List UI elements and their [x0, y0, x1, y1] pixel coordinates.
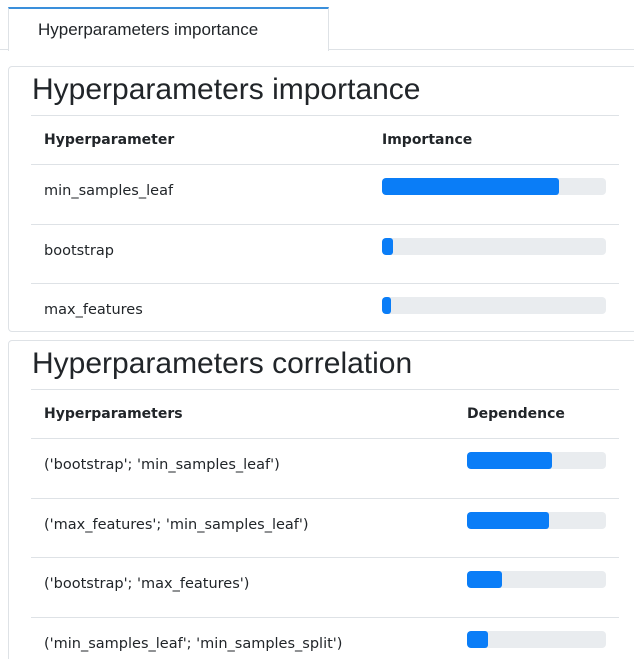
table-row: ('min_samples_leaf'; 'min_samples_split'… — [31, 618, 619, 659]
hyperparameter-name: max_features — [44, 302, 143, 318]
hyperparameter-pair: ('min_samples_leaf'; 'min_samples_split'… — [44, 635, 343, 652]
tab-label: Hyperparameters importance — [38, 20, 259, 39]
column-header-hyperparameter: Hyperparameter — [44, 132, 175, 148]
dependence-bar — [467, 571, 606, 588]
tab-bar: Hyperparameters importance — [0, 0, 634, 51]
dependence-bar-fill — [467, 630, 488, 648]
table-row: min_samples_leaf — [31, 165, 619, 225]
hyperparameter-pair: ('max_features'; 'min_samples_leaf') — [44, 516, 309, 533]
correlation-table: Hyperparameters Dependence ('bootstrap';… — [31, 389, 619, 659]
correlation-card: Hyperparameters correlation Hyperparamet… — [8, 340, 634, 659]
dependence-bar — [467, 511, 606, 529]
importance-card: Hyperparameters importance Hyperparamete… — [8, 66, 634, 332]
importance-title: Hyperparameters importance — [32, 73, 421, 106]
dependence-bar-fill — [467, 571, 502, 588]
tab-hyperparameters-importance[interactable]: Hyperparameters importance — [8, 7, 329, 51]
importance-bar — [382, 237, 606, 255]
table-row: ('max_features'; 'min_samples_leaf') — [31, 499, 619, 558]
hyperparameter-name: bootstrap — [44, 242, 114, 259]
importance-bar-fill — [382, 237, 394, 255]
column-header-hyperparameters: Hyperparameters — [44, 406, 183, 422]
table-row: ('bootstrap'; 'max_features') — [31, 558, 619, 618]
importance-table-header: Hyperparameter Importance — [31, 115, 619, 165]
column-header-dependence: Dependence — [467, 406, 565, 422]
importance-bar — [382, 297, 606, 314]
importance-bar — [382, 178, 606, 195]
correlation-title: Hyperparameters correlation — [32, 347, 413, 380]
hyperparameter-pair: ('bootstrap'; 'max_features') — [44, 576, 250, 592]
table-row: bootstrap — [31, 225, 619, 284]
importance-bar-fill — [382, 297, 391, 314]
dependence-bar-fill — [467, 511, 549, 529]
importance-bar-fill — [382, 178, 559, 195]
table-row: ('bootstrap'; 'min_samples_leaf') — [31, 439, 619, 499]
hyperparameter-pair: ('bootstrap'; 'min_samples_leaf') — [44, 457, 280, 473]
dependence-bar — [467, 452, 606, 469]
correlation-table-header: Hyperparameters Dependence — [31, 389, 619, 439]
hyperparameter-name: min_samples_leaf — [44, 183, 174, 199]
importance-table: Hyperparameter Importance min_samples_le… — [31, 115, 619, 344]
column-header-importance: Importance — [382, 132, 473, 148]
table-row: max_features — [31, 284, 619, 344]
dependence-bar — [467, 630, 606, 648]
dependence-bar-fill — [467, 452, 552, 469]
